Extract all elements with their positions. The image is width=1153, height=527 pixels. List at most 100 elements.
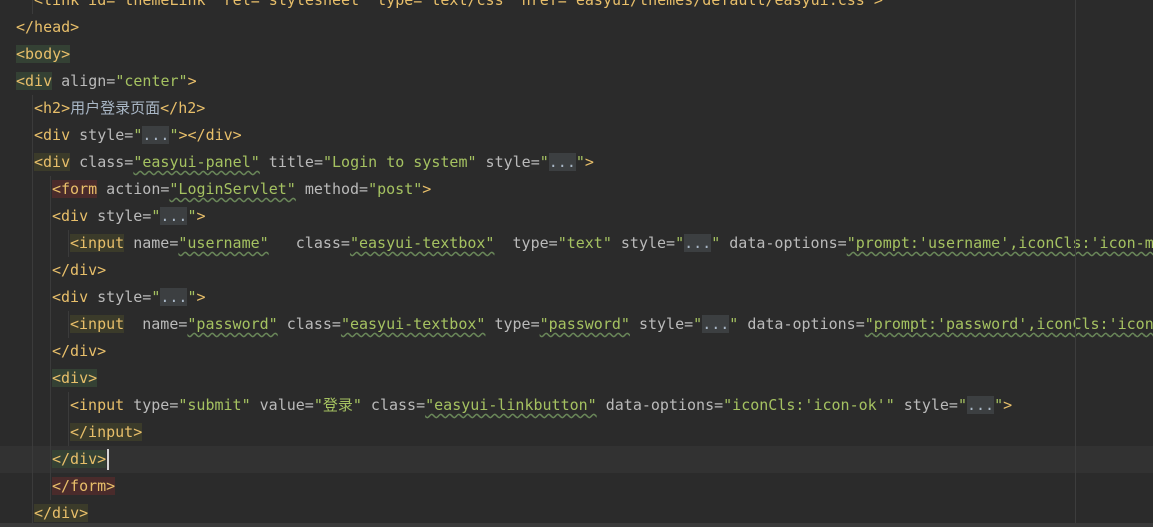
code-token: "easyui-textbox": [340, 315, 486, 333]
code-line[interactable]: <body>: [0, 41, 1153, 68]
code-line[interactable]: <div align="center">: [0, 68, 1153, 95]
indent-guide: [32, 338, 33, 365]
code-token: ": [575, 153, 585, 171]
code-token: </div>: [34, 504, 89, 522]
indent-guide: [32, 473, 33, 500]
line-code: <h2>用户登录页面</h2>: [34, 95, 205, 122]
code-line[interactable]: <div style="...">: [0, 203, 1153, 230]
code-token: </h2>: [160, 99, 206, 117]
code-line[interactable]: <div style="..."></div>: [0, 122, 1153, 149]
code-line[interactable]: <div style="...">: [0, 284, 1153, 311]
folded-region[interactable]: ...: [548, 153, 576, 171]
indent-guide: [50, 203, 51, 230]
code-line[interactable]: </input>: [0, 419, 1153, 446]
indent-guide: [32, 311, 33, 338]
code-token: name=: [124, 315, 188, 333]
indent-guide: [32, 284, 33, 311]
code-line[interactable]: <link id="themeLink" rel="stylesheet" ty…: [0, 0, 1153, 14]
code-token: <h2>: [34, 99, 71, 117]
code-line[interactable]: </div>: [0, 446, 1153, 473]
code-token: data-options=: [720, 234, 847, 252]
indent-guide: [50, 338, 51, 365]
folded-region[interactable]: ...: [684, 234, 712, 252]
code-editor[interactable]: <link id="themeLink" rel="stylesheet" ty…: [0, 0, 1153, 527]
code-token: name=: [124, 234, 179, 252]
code-line[interactable]: <input type="submit" value="登录" class="e…: [0, 392, 1153, 419]
code-token: 用户登录页面: [70, 99, 161, 117]
indent-guide: [32, 0, 33, 14]
folded-region[interactable]: ...: [702, 315, 730, 333]
code-line[interactable]: <div>: [0, 365, 1153, 392]
horizontal-scrollbar[interactable]: [0, 523, 1153, 527]
code-token: "prompt:'username',iconCls:'icon-man'": [846, 234, 1153, 252]
line-code: </div>: [52, 446, 110, 473]
code-token: </div>: [52, 261, 107, 279]
code-token: data-options=: [738, 315, 865, 333]
code-token: ": [187, 288, 197, 306]
line-code: </div>: [52, 338, 106, 365]
code-line[interactable]: <input name="password" class="easyui-tex…: [0, 311, 1153, 338]
code-token: "username": [178, 234, 269, 252]
code-line[interactable]: <h2>用户登录页面</h2>: [0, 95, 1153, 122]
code-token: "Login to system": [323, 153, 477, 171]
code-line[interactable]: </div>: [0, 338, 1153, 365]
folded-region[interactable]: ...: [160, 288, 188, 306]
line-code: </input>: [70, 419, 143, 446]
code-token: style=: [894, 396, 958, 414]
line-code: <div>: [52, 365, 98, 392]
code-token: "登录": [313, 396, 362, 414]
line-code: <div style="...">: [52, 284, 206, 311]
code-token: >: [584, 153, 594, 171]
line-code: <input name="password" class="easyui-tex…: [70, 311, 1153, 338]
code-token: </input>: [70, 423, 143, 441]
code-token: "center": [115, 72, 188, 90]
code-token: "easyui-textbox": [349, 234, 495, 252]
code-token: <link id="themeLink" rel="stylesheet" ty…: [34, 0, 883, 9]
code-token: </form>: [52, 477, 116, 495]
code-line[interactable]: </head>: [0, 14, 1153, 41]
code-token: ": [675, 234, 685, 252]
indent-guide: [32, 446, 33, 473]
code-line[interactable]: </div>: [0, 257, 1153, 284]
line-code: <input name="username" class="easyui-tex…: [70, 230, 1153, 257]
code-token: method=: [295, 180, 369, 198]
code-token: "post": [368, 180, 423, 198]
line-code: </head>: [16, 14, 79, 41]
line-code: </div>: [52, 257, 106, 284]
indent-guide: [68, 419, 69, 446]
code-token: ": [711, 234, 721, 252]
code-token: "password": [539, 315, 630, 333]
indent-guide: [32, 203, 33, 230]
code-token: style=: [611, 234, 676, 252]
indent-guide: [50, 257, 51, 284]
code-token: style=: [476, 153, 540, 171]
code-token: <div>: [52, 369, 98, 387]
indent-guide: [32, 392, 33, 419]
code-token: >: [422, 180, 432, 198]
indent-guide: [50, 365, 51, 392]
code-line[interactable]: <div class="easyui-panel" title="Login t…: [0, 149, 1153, 176]
code-token: ": [693, 315, 703, 333]
line-code: <form action="LoginServlet" method="post…: [52, 176, 431, 203]
code-token: </div>: [52, 342, 107, 360]
code-token: "easyui-linkbutton": [425, 396, 597, 414]
code-token: "iconCls:'icon-ok'": [723, 396, 895, 414]
indent-guide: [32, 230, 33, 257]
line-code: <div class="easyui-panel" title="Login t…: [34, 149, 594, 176]
indent-guide: [50, 392, 51, 419]
line-code: <div align="center">: [16, 68, 197, 95]
code-line[interactable]: <form action="LoginServlet" method="post…: [0, 176, 1153, 203]
indent-guide: [50, 176, 51, 203]
line-code: <body>: [16, 41, 71, 68]
indent-guide: [50, 311, 51, 338]
code-line[interactable]: <input name="username" class="easyui-tex…: [0, 230, 1153, 257]
folded-region[interactable]: ...: [160, 207, 188, 225]
indent-guide: [68, 230, 69, 257]
indent-guide: [50, 419, 51, 446]
code-token: </div>: [52, 450, 107, 468]
code-token: <div: [52, 207, 89, 225]
folded-region[interactable]: ...: [967, 396, 995, 414]
folded-region[interactable]: ...: [142, 126, 170, 144]
indent-guide: [32, 149, 33, 176]
code-line[interactable]: </form>: [0, 473, 1153, 500]
